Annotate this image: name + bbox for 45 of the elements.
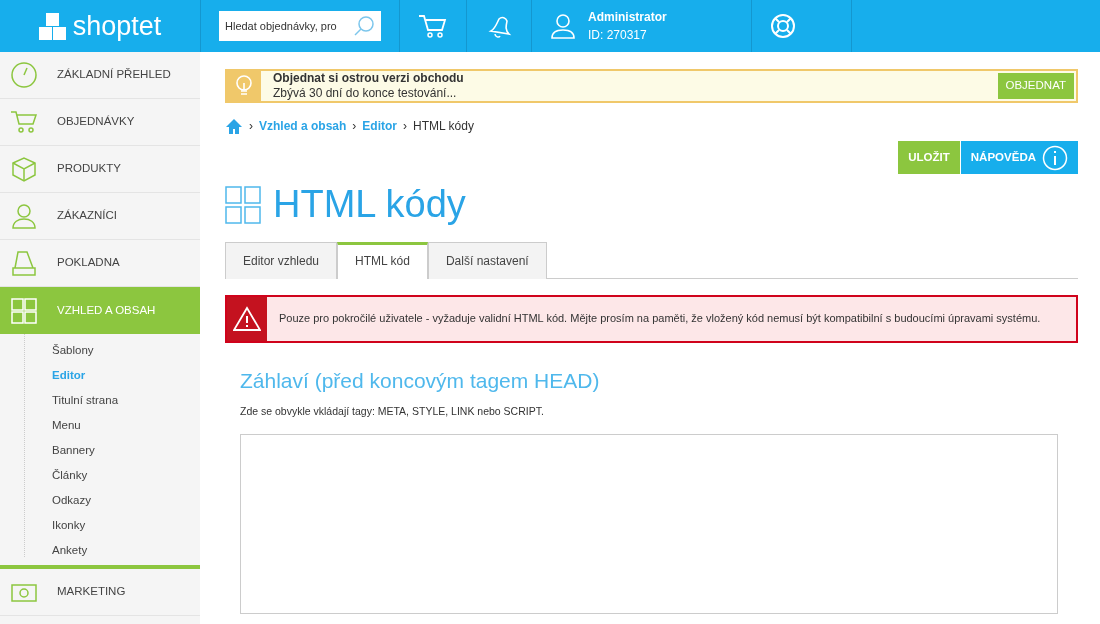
page-title: HTML kódy [273,182,466,227]
logo-text: shoptet [72,9,162,43]
section-hint: Zde se obvykle vkládají tagy: META, STYLE, LINK nebo SCRIPT. [240,404,545,420]
banner-text: Zbývá 30 dní do konce testování... [273,86,458,101]
tab[interactable]: Další nastavení [427,241,547,279]
submenu-item[interactable]: Bannery [52,438,200,463]
sidebar-item[interactable]: PRODUKTY [0,146,200,193]
breadcrumb-separator: › [249,118,253,135]
home-icon [225,117,243,135]
submenu-item[interactable]: Menu [52,413,200,438]
tab[interactable]: Editor vzhledu [225,241,338,279]
search-field[interactable]: Hledat objednávky, pro [219,11,381,41]
warning-text: Pouze pro pokročilé uživatele - vyžaduje validní HTML kód. Mějte prosím na paměti, že vložený kód nemusí být kompatibilní s budoucími úpravami systému. [278,311,1042,327]
code-editor-field[interactable] [240,433,1058,614]
sidebar-item[interactable]: ZÁKAZNÍCI [0,193,200,240]
search-icon [353,15,375,37]
lightbulb-icon [234,74,254,98]
section-title: Záhlaví (před koncovým tagem HEAD) [240,367,601,394]
gauge-icon [9,60,39,90]
tab[interactable]: HTML kód [337,241,428,279]
sidebar-item[interactable]: ZÁKLADNÍ PŘEHLED [0,52,200,99]
submenu-item[interactable]: Šablony [52,338,200,363]
breadcrumb-separator: › [403,118,408,135]
grid-icon [9,295,39,326]
banner-title: Objednat si ostrou verzi obchodu [273,71,465,86]
grid-icon [225,185,261,224]
breadcrumb-current: HTML kódy [413,118,474,135]
register-icon [9,248,39,278]
user-icon [550,13,576,39]
submenu-item[interactable]: Titulní strana [52,388,200,413]
submenu-item[interactable]: Ikonky [52,513,200,538]
submenu-item[interactable]: Ankety [52,538,200,563]
sidebar-item[interactable]: OBJEDNÁVKY [0,99,200,146]
info-icon [1042,144,1068,171]
sidebar-item[interactable]: MARKETING [0,569,200,616]
breadcrumb-separator: › [352,118,357,135]
submenu-item[interactable]: Články [52,463,200,488]
cart-icon [418,13,448,39]
user-icon [9,201,39,231]
box-icon [9,154,39,184]
submenu-item[interactable]: Odkazy [52,488,200,513]
warning-icon [233,305,261,332]
user-id: ID: 270317 [588,27,648,44]
lifebuoy-icon [770,13,796,39]
user-name: Administrator [588,9,667,26]
